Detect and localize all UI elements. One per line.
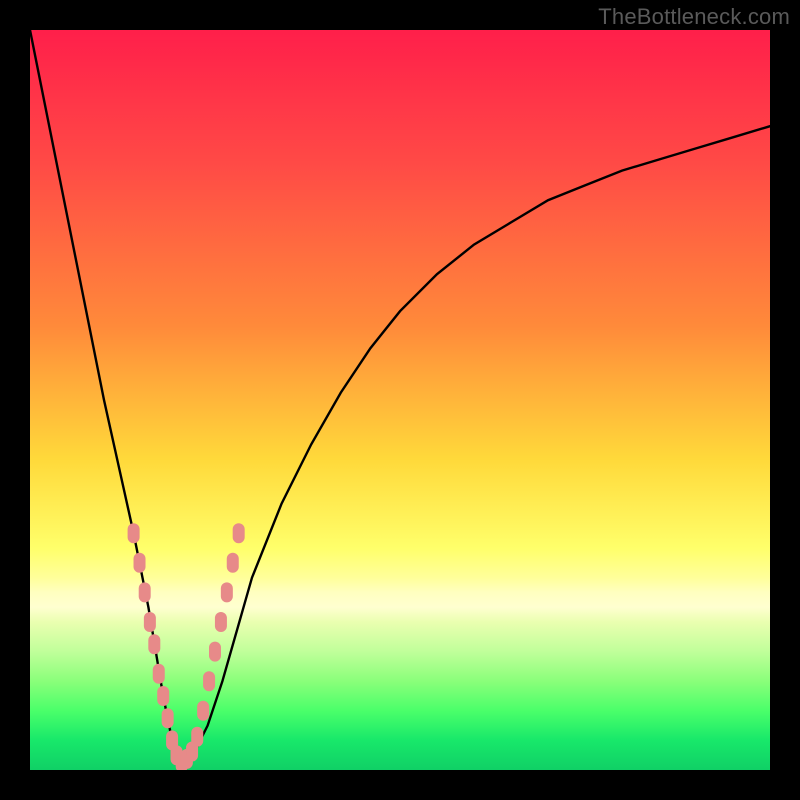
curve-marker — [227, 553, 239, 573]
chart-frame: TheBottleneck.com — [0, 0, 800, 800]
plot-area — [30, 30, 770, 770]
bottleneck-curve — [30, 30, 770, 763]
curve-marker — [139, 582, 151, 602]
curve-marker — [203, 671, 215, 691]
curve-marker — [134, 553, 146, 573]
watermark-text: TheBottleneck.com — [598, 4, 790, 30]
curve-marker — [128, 523, 140, 543]
curve-marker — [162, 708, 174, 728]
curve-layer — [30, 30, 770, 770]
curve-marker — [197, 701, 209, 721]
curve-marker — [157, 686, 169, 706]
curve-marker — [144, 612, 156, 632]
curve-marker — [209, 642, 221, 662]
curve-marker — [153, 664, 165, 684]
curve-marker — [233, 523, 245, 543]
curve-marker — [148, 634, 160, 654]
curve-marker — [221, 582, 233, 602]
curve-markers — [128, 523, 245, 770]
curve-marker — [215, 612, 227, 632]
curve-marker — [191, 727, 203, 747]
